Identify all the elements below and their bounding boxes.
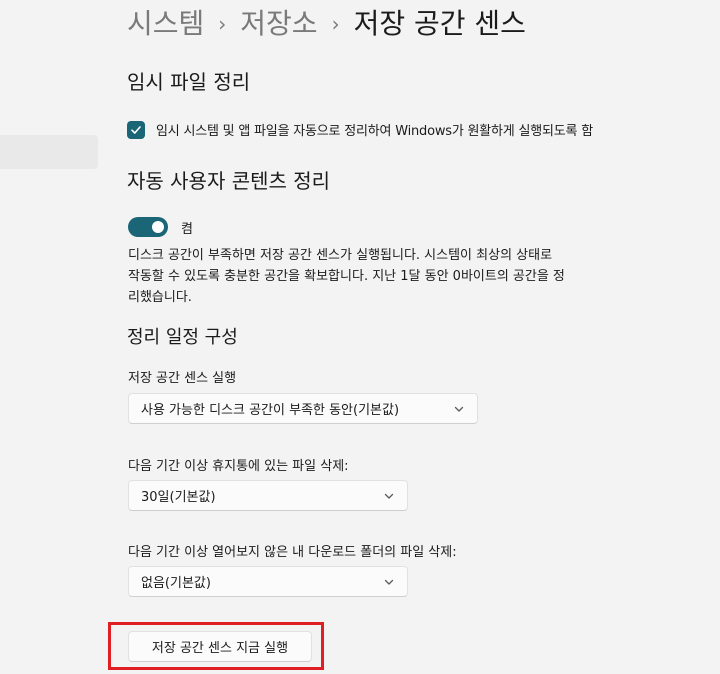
downloads-dropdown[interactable]: 없음(기본값) <box>128 566 408 597</box>
run-storage-sense-now-button[interactable]: 저장 공간 센스 지금 실행 <box>128 631 312 662</box>
recycle-bin-dropdown[interactable]: 30일(기본값) <box>128 480 408 511</box>
breadcrumb-system[interactable]: 시스템 <box>127 4 204 44</box>
toggle-state-label: 켬 <box>181 221 193 237</box>
checkmark-icon <box>131 125 141 134</box>
toggle-knob <box>152 221 164 233</box>
breadcrumb-storage[interactable]: 저장소 <box>240 4 317 44</box>
run-storage-sense-label: 저장 공간 센스 실행 <box>128 371 237 386</box>
run-storage-sense-dropdown[interactable]: 사용 가능한 디스크 공간이 부족한 동안(기본값) <box>128 393 478 424</box>
temp-files-title: 임시 파일 정리 <box>127 70 251 94</box>
run-storage-sense-value: 사용 가능한 디스크 공간이 부족한 동안(기본값) <box>141 403 400 418</box>
sidebar-selected-item[interactable] <box>0 135 98 169</box>
auto-cleanup-description: 디스크 공간이 부족하면 저장 공간 센스가 실행됩니다. 시스템이 최상의 상… <box>128 248 565 305</box>
breadcrumb: 시스템 › 저장소 › 저장 공간 센스 <box>127 4 526 44</box>
temp-files-checkbox-label: 임시 시스템 및 앱 파일을 자동으로 정리하여 Windows가 원활하게 실… <box>156 124 593 139</box>
temp-files-checkbox[interactable] <box>127 120 145 139</box>
storage-sense-page: 시스템 › 저장소 › 저장 공간 센스 임시 파일 정리 임시 시스템 및 앱… <box>0 0 720 674</box>
breadcrumb-separator-icon: › <box>331 12 340 36</box>
downloads-label: 다음 기간 이상 열어보지 않은 내 다운로드 폴더의 파일 삭제: <box>128 545 457 560</box>
recycle-bin-value: 30일(기본값) <box>141 490 216 505</box>
chevron-down-icon <box>384 493 394 499</box>
chevron-down-icon <box>454 406 464 412</box>
auto-cleanup-title: 자동 사용자 콘텐츠 정리 <box>127 169 331 193</box>
chevron-down-icon <box>384 579 394 585</box>
page-title: 저장 공간 센스 <box>353 7 526 40</box>
auto-cleanup-toggle[interactable] <box>128 217 168 237</box>
auto-cleanup-toggle-row: 켬 <box>128 217 193 237</box>
recycle-bin-label: 다음 기간 이상 휴지통에 있는 파일 삭제: <box>128 459 349 474</box>
downloads-value: 없음(기본값) <box>141 576 211 591</box>
schedule-title: 정리 일정 구성 <box>127 327 238 348</box>
breadcrumb-separator-icon: › <box>218 12 227 36</box>
temp-files-checkbox-row[interactable]: 임시 시스템 및 앱 파일을 자동으로 정리하여 Windows가 원활하게 실… <box>127 120 593 139</box>
